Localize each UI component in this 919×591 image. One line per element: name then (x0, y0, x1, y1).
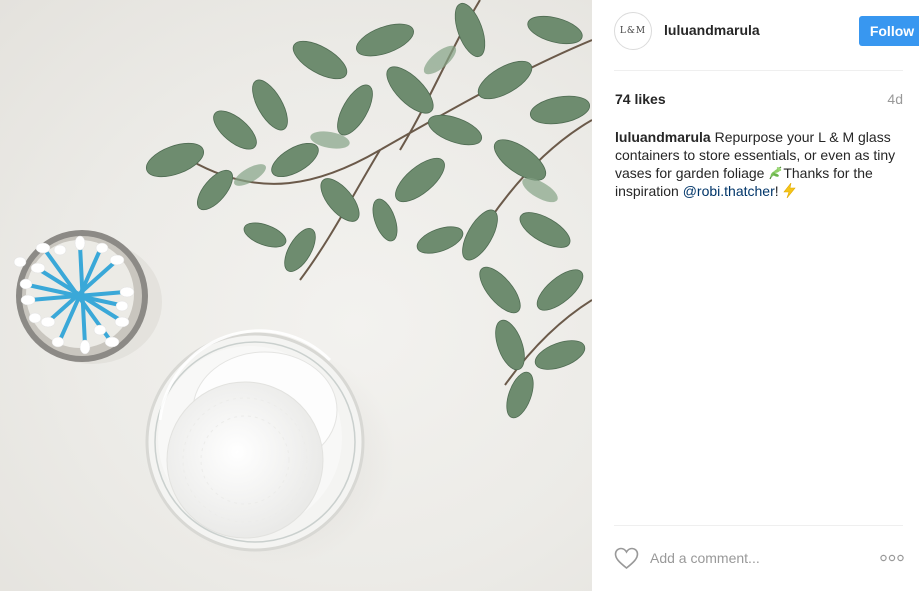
lightning-emoji-icon (782, 183, 796, 198)
follow-button[interactable]: Follow (859, 16, 919, 46)
post-photo[interactable] (0, 0, 592, 591)
avatar[interactable]: L&M (614, 12, 652, 50)
likes-count[interactable]: 74 likes (615, 91, 666, 107)
comment-bar (614, 541, 904, 577)
username-link[interactable]: luluandmarula (664, 22, 760, 38)
post-header: L&M luluandmarula Follow (614, 11, 919, 51)
herb-emoji-icon (769, 166, 782, 180)
caption-username[interactable]: luluandmarula (615, 129, 711, 145)
glass-jar-cotton-pads (145, 329, 365, 552)
mention-link[interactable]: @robi.thatcher (683, 183, 775, 199)
post-age[interactable]: 4d (887, 91, 903, 107)
post-details-panel: L&M luluandmarula Follow 74 likes 4d lul… (592, 0, 919, 591)
post-photo-art (13, 0, 592, 565)
heart-icon[interactable] (614, 547, 639, 570)
small-jar-cotton-swabs (13, 230, 162, 364)
divider (614, 70, 903, 71)
more-options-icon[interactable] (880, 554, 904, 562)
post-caption: luluandmarula Repurpose your L & M glass… (615, 128, 905, 200)
comment-input[interactable] (650, 547, 860, 569)
caption-text-end: ! (774, 183, 783, 199)
divider (614, 525, 903, 526)
avatar-monogram: L&M (619, 26, 647, 36)
